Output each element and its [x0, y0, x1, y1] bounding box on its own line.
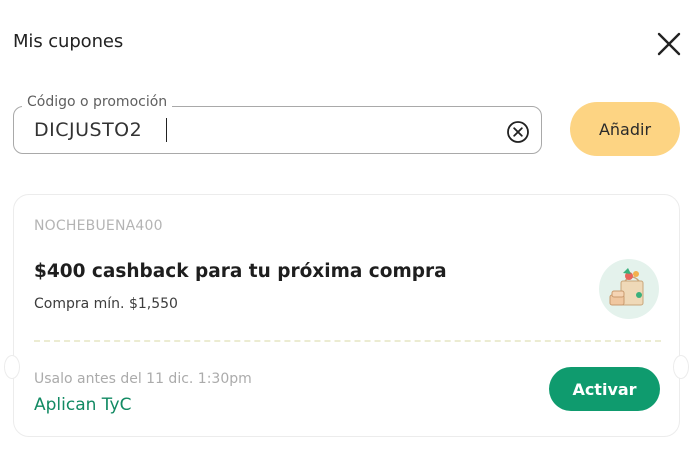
coupon-card: NOCHEBUENA400 $400 cashback para tu próx…	[4, 194, 689, 437]
modal-title: Mis cupones	[13, 31, 124, 52]
coupon-code: NOCHEBUENA400	[34, 218, 163, 234]
coupon-code-label: Código o promoción	[22, 94, 173, 110]
shopping-bag-illustration	[599, 259, 659, 319]
coupon-code-input[interactable]	[34, 117, 494, 143]
card-notch-right	[673, 355, 689, 379]
clear-input-button[interactable]	[506, 120, 530, 144]
coupon-min-purchase: Compra mín. $1,550	[34, 296, 178, 312]
coupon-code-field[interactable]	[13, 106, 542, 154]
coupon-expiry: Usalo antes del 11 dic. 1:30pm	[34, 371, 252, 387]
activate-coupon-button[interactable]: Activar	[549, 367, 660, 411]
close-icon	[657, 32, 681, 56]
card-notch-left	[4, 355, 20, 379]
coupon-title: $400 cashback para tu próxima compra	[34, 261, 447, 282]
add-coupon-button[interactable]: Añadir	[570, 102, 680, 156]
terms-link[interactable]: Aplican TyC	[34, 395, 131, 415]
close-button[interactable]	[654, 29, 684, 59]
text-caret	[166, 118, 167, 142]
coupons-modal: Mis cupones Código o promoción Añadir NO…	[0, 0, 697, 457]
card-dashed-divider	[34, 340, 661, 342]
clear-circle-x-icon	[507, 121, 529, 143]
